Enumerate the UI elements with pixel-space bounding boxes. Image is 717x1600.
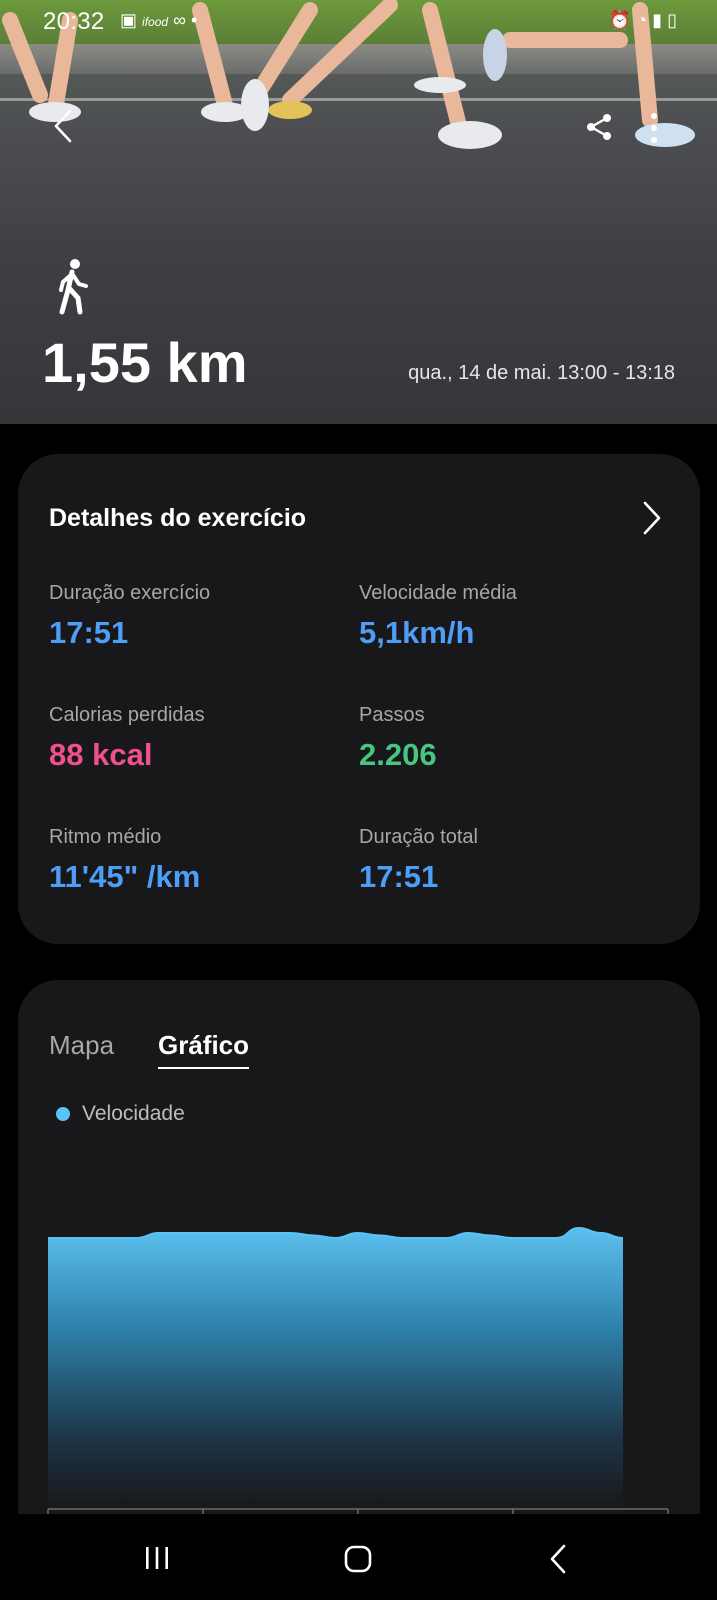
metric-steps: Passos 2.206	[359, 704, 639, 773]
back-button[interactable]	[48, 108, 78, 144]
exercise-details-card[interactable]: Detalhes do exercício Duração exercício …	[18, 454, 700, 944]
metric-label: Duração total	[359, 826, 478, 848]
signal-icon: ▮	[652, 10, 663, 30]
back-icon[interactable]	[548, 1544, 568, 1574]
metric-label: Calorias perdidas	[49, 704, 205, 726]
chart-card: Mapa Gráfico Velocidade	[18, 980, 700, 1600]
image-icon: ▣	[120, 10, 138, 30]
more-vertical-icon	[651, 113, 657, 143]
metric-value: 17:51	[49, 615, 129, 650]
recent-apps-icon[interactable]	[143, 1544, 171, 1572]
metric-label: Passos	[359, 704, 425, 726]
wifi-icon: ◔	[636, 10, 648, 30]
metric-exercise-duration: Duração exercício 17:51	[49, 582, 329, 651]
dot-icon: •	[190, 10, 198, 30]
metric-label: Ritmo médio	[49, 826, 162, 848]
speed-chart	[47, 1226, 669, 1540]
workout-datetime: qua., 14 de mai. 13:00 - 13:18	[408, 362, 675, 384]
status-right-icons: ⏰ ◔ ▮ ▯	[609, 10, 677, 31]
metric-label: Duração exercício	[49, 582, 211, 604]
voicemail-icon: ∞	[173, 10, 186, 30]
home-icon[interactable]	[343, 1544, 373, 1574]
metric-average-speed: Velocidade média 5,1km/h	[359, 582, 639, 651]
chevron-left-icon	[54, 109, 72, 143]
status-left-icons: ▣ ifood ∞ •	[120, 10, 197, 31]
metric-value: 2.206	[359, 737, 437, 772]
alarm-icon: ⏰	[608, 10, 632, 30]
more-options-button[interactable]	[646, 112, 662, 144]
speed-line	[47, 1226, 624, 1240]
metric-value: 88 kcal	[49, 737, 153, 772]
metric-calories: Calorias perdidas 88 kcal	[49, 704, 329, 773]
share-icon	[587, 114, 611, 140]
metric-value: 5,1km/h	[359, 615, 475, 650]
distance-value: 1,55 km	[42, 331, 248, 394]
system-navigation-bar	[0, 1514, 717, 1600]
battery-icon: ▯	[667, 10, 677, 30]
status-bar: 20:32 ▣ ifood ∞ • ⏰ ◔ ▮ ▯	[0, 0, 717, 44]
exercise-details-title: Detalhes do exercício	[49, 504, 307, 532]
metric-value: 17:51	[359, 859, 439, 894]
metric-total-duration: Duração total 17:51	[359, 826, 639, 895]
metric-value: 11'45" /km	[49, 859, 201, 894]
speed-area	[48, 1228, 623, 1509]
share-button[interactable]	[584, 112, 614, 142]
ifood-icon: ifood	[142, 15, 169, 29]
chevron-right-icon[interactable]	[642, 500, 662, 536]
metric-label: Velocidade média	[359, 582, 517, 604]
hero-banner: 20:32 ▣ ifood ∞ • ⏰ ◔ ▮ ▯ 1,55 km qua., …	[0, 0, 717, 424]
walking-icon	[59, 259, 88, 315]
status-time: 20:32	[43, 8, 105, 35]
metric-average-pace: Ritmo médio 11'45" /km	[49, 826, 329, 895]
